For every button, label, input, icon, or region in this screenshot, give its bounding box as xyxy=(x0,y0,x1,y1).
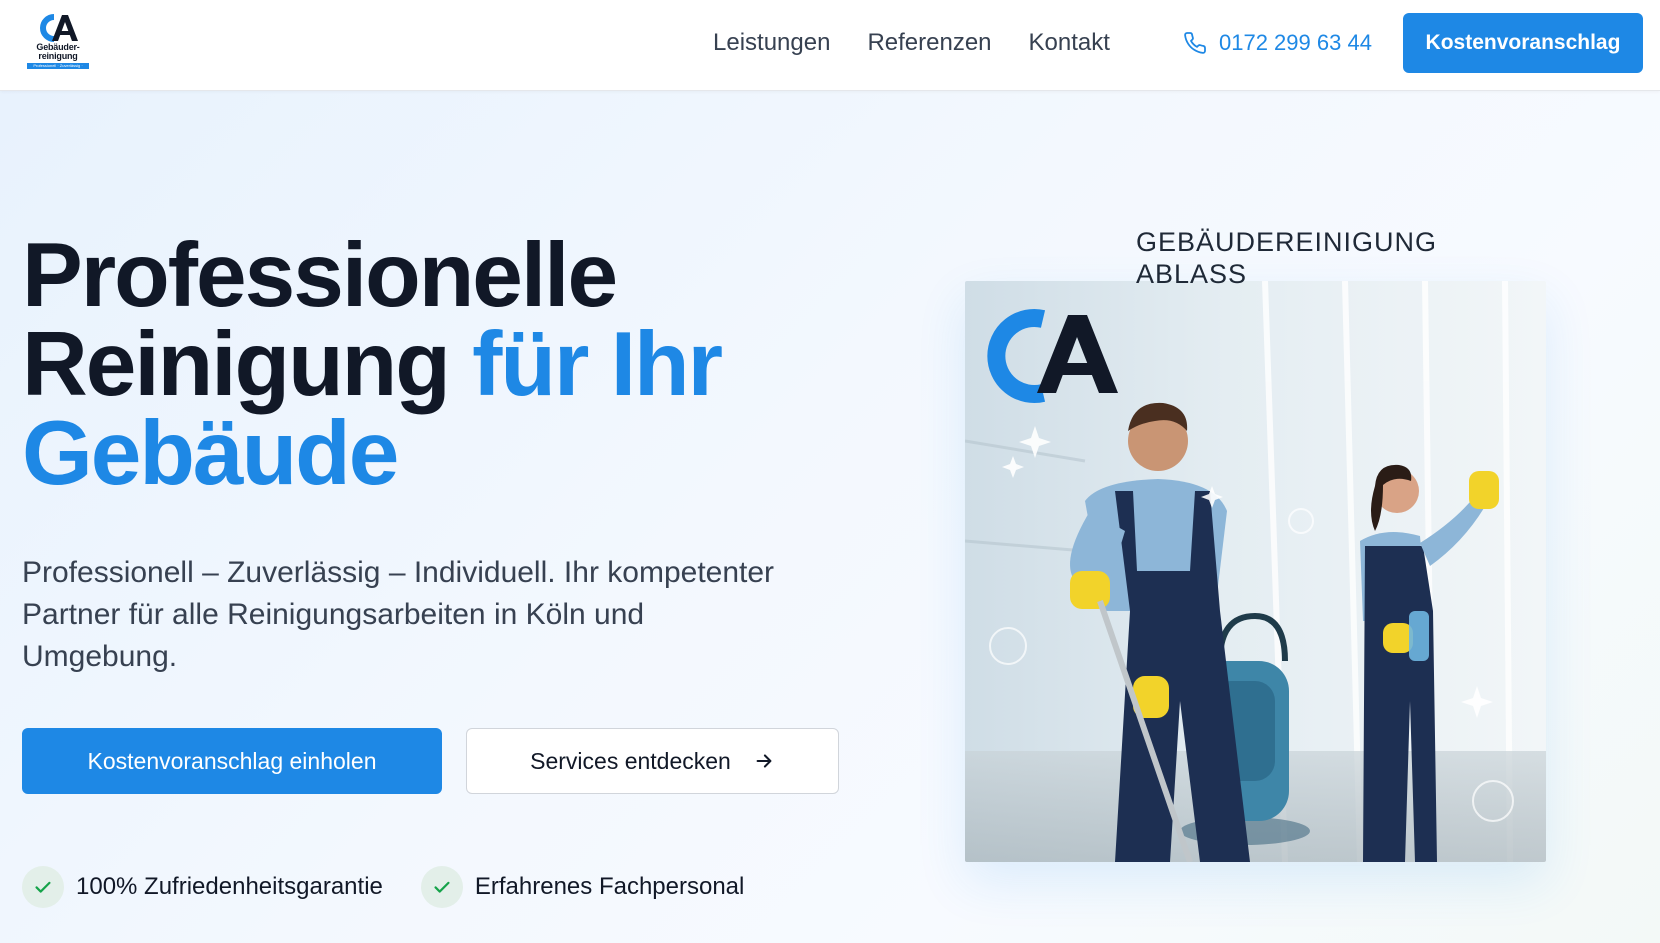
hero-title-line2-accent: für Ihr xyxy=(472,314,723,415)
trust-badges: 100% Zufriedenheitsgarantie Erfahrenes F… xyxy=(22,866,782,908)
badge-staff: Erfahrenes Fachpersonal xyxy=(420,866,745,908)
phone-icon xyxy=(1184,32,1206,54)
arrow-right-icon xyxy=(756,754,772,768)
nav-link-referenzen[interactable]: Referenzen xyxy=(867,27,991,59)
logo-ca-mark xyxy=(40,14,78,42)
hero-title: Professionelle Reinigung für Ihr Gebäude xyxy=(22,230,782,499)
check-icon xyxy=(22,866,64,908)
nav-link-leistungen[interactable]: Leistungen xyxy=(713,27,830,59)
phone-link[interactable]: 0172 299 63 44 xyxy=(1183,27,1372,59)
hero-title-line2-dark: Reinigung xyxy=(22,314,451,415)
hero-title-line1: Professionelle xyxy=(22,225,618,326)
explore-services-label: Services entdecken xyxy=(530,747,731,774)
phone-number: 0172 299 63 44 xyxy=(1219,30,1372,55)
hero-section: Professionelle Reinigung für Ihr Gebäude… xyxy=(0,91,1660,943)
hero-image-cleaning-staff xyxy=(965,281,1546,862)
badge-satisfaction: 100% Zufriedenheitsgarantie xyxy=(22,866,383,908)
site-header: Gebäuder- reinigung Professionell · Zuve… xyxy=(0,0,1660,91)
badge-satisfaction-label: 100% Zufriedenheitsgarantie xyxy=(76,873,383,900)
image-brand-text: GEBÄUDEREINIGUNG ABLASS xyxy=(1136,226,1437,290)
nav-link-kontakt[interactable]: Kontakt xyxy=(1029,27,1110,59)
company-logo[interactable]: Gebäuder- reinigung Professionell · Zuve… xyxy=(26,13,90,73)
hero-title-line3-accent: Gebäude xyxy=(22,403,399,504)
logo-text-line2: reinigung xyxy=(38,51,78,61)
header-quote-button[interactable]: Kostenvoranschlag xyxy=(1403,13,1643,73)
explore-services-button[interactable]: Services entdecken xyxy=(466,728,839,794)
hero-illustration xyxy=(965,281,1546,862)
logo-tagline: Professionell · Zuverlässig · Individuel… xyxy=(27,63,89,69)
check-icon xyxy=(420,866,463,908)
image-brand-line1: GEBÄUDEREINIGUNG xyxy=(1136,227,1438,257)
get-quote-button[interactable]: Kostenvoranschlag einholen xyxy=(22,728,442,794)
image-brand-line2: ABLASS xyxy=(1136,259,1248,289)
main-nav: Leistungen Referenzen Kontakt xyxy=(713,27,1147,59)
hero-subtitle: Professionell – Zuverlässig – Individuel… xyxy=(22,556,775,673)
badge-staff-label: Erfahrenes Fachpersonal xyxy=(474,873,745,900)
